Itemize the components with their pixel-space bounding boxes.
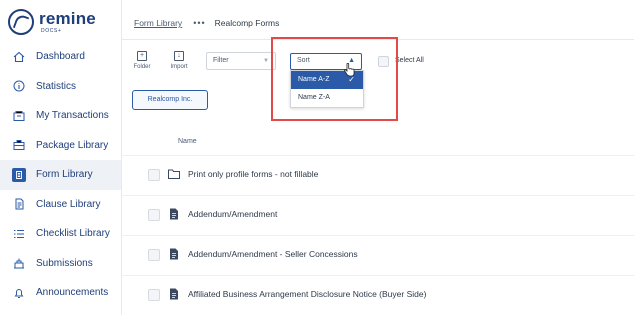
sidebar-nav: Dashboard Statistics My Transactions Pac…	[0, 42, 121, 308]
row-label: Addendum/Amendment	[188, 209, 278, 219]
add-folder-icon: +	[137, 51, 147, 61]
home-icon	[12, 50, 26, 64]
name-column-header[interactable]: Name	[178, 138, 197, 145]
clause-icon	[12, 197, 26, 211]
breadcrumb-form-library-link[interactable]: Form Library	[134, 18, 182, 28]
sidebar-item-label: Package Library	[36, 139, 109, 151]
sidebar-item-dashboard[interactable]: Dashboard	[0, 42, 121, 72]
document-icon	[167, 207, 181, 221]
realcomp-inc-tag[interactable]: Realcomp Inc.	[132, 90, 208, 110]
row-checkbox[interactable]	[148, 209, 160, 221]
table-row[interactable]: Affiliated Business Arrangement Disclosu…	[122, 275, 634, 315]
submissions-icon	[12, 256, 26, 270]
document-icon	[167, 287, 181, 301]
forms-table: Print only profile forms - not fillable …	[122, 155, 634, 315]
sidebar: remine DOCS+ Dashboard Statistics My Tra…	[0, 0, 122, 315]
folder-button-label: Folder	[133, 64, 151, 70]
table-row[interactable]: Addendum/Amendment - Seller Concessions	[122, 235, 634, 275]
remine-logo-mark-icon	[8, 9, 34, 35]
bell-icon	[12, 286, 26, 300]
filter-select[interactable]: Filter ▼	[206, 52, 276, 70]
transactions-icon	[12, 109, 26, 123]
logo-subtext: DOCS+	[41, 28, 62, 34]
sidebar-item-label: Form Library	[36, 169, 93, 181]
sidebar-item-label: Submissions	[36, 257, 93, 269]
row-label: Affiliated Business Arrangement Disclosu…	[188, 289, 427, 299]
sidebar-item-label: Statistics	[36, 80, 77, 92]
logo-text: remine	[39, 9, 96, 28]
sidebar-item-label: Dashboard	[36, 51, 85, 63]
sidebar-item-checklist-library[interactable]: Checklist Library	[0, 219, 121, 249]
sidebar-item-label: Announcements	[36, 287, 109, 299]
breadcrumb-current: Realcomp Forms	[214, 18, 280, 28]
info-icon	[12, 79, 26, 93]
select-all-label[interactable]: Select All	[395, 57, 424, 64]
form-icon	[12, 167, 26, 182]
sidebar-item-package-library[interactable]: Package Library	[0, 131, 121, 161]
sidebar-item-clause-library[interactable]: Clause Library	[0, 190, 121, 220]
folder-icon	[167, 167, 181, 181]
sidebar-item-label: Checklist Library	[36, 228, 110, 240]
table-row[interactable]: Addendum/Amendment	[122, 195, 634, 235]
import-icon: ↓	[174, 51, 184, 61]
sidebar-item-announcements[interactable]: Announcements	[0, 278, 121, 308]
sidebar-item-statistics[interactable]: Statistics	[0, 72, 121, 102]
filter-placeholder: Filter	[213, 57, 229, 64]
sidebar-item-form-library[interactable]: Form Library	[0, 160, 121, 190]
checklist-icon	[12, 227, 26, 241]
row-label: Addendum/Amendment - Seller Concessions	[188, 249, 358, 259]
breadcrumb: Form Library ••• Realcomp Forms	[134, 16, 279, 30]
sidebar-item-label: My Transactions	[36, 110, 109, 122]
row-checkbox[interactable]	[148, 249, 160, 261]
import-button-label: Import	[170, 64, 188, 70]
remine-logo[interactable]: remine DOCS+	[8, 9, 118, 39]
annotation-highlight-box	[271, 37, 398, 121]
sidebar-item-my-transactions[interactable]: My Transactions	[0, 101, 121, 131]
row-checkbox[interactable]	[148, 169, 160, 181]
table-row[interactable]: Print only profile forms - not fillable	[122, 155, 634, 195]
sidebar-item-submissions[interactable]: Submissions	[0, 249, 121, 279]
package-icon	[12, 138, 26, 152]
import-button[interactable]: ↓ Import	[167, 51, 191, 70]
chevron-down-icon: ▼	[263, 58, 269, 64]
document-icon	[167, 247, 181, 261]
breadcrumb-more-button[interactable]: •••	[193, 18, 205, 28]
row-checkbox[interactable]	[148, 289, 160, 301]
row-label: Print only profile forms - not fillable	[188, 169, 319, 179]
sidebar-item-label: Clause Library	[36, 198, 101, 210]
new-folder-button[interactable]: + Folder	[130, 51, 154, 70]
